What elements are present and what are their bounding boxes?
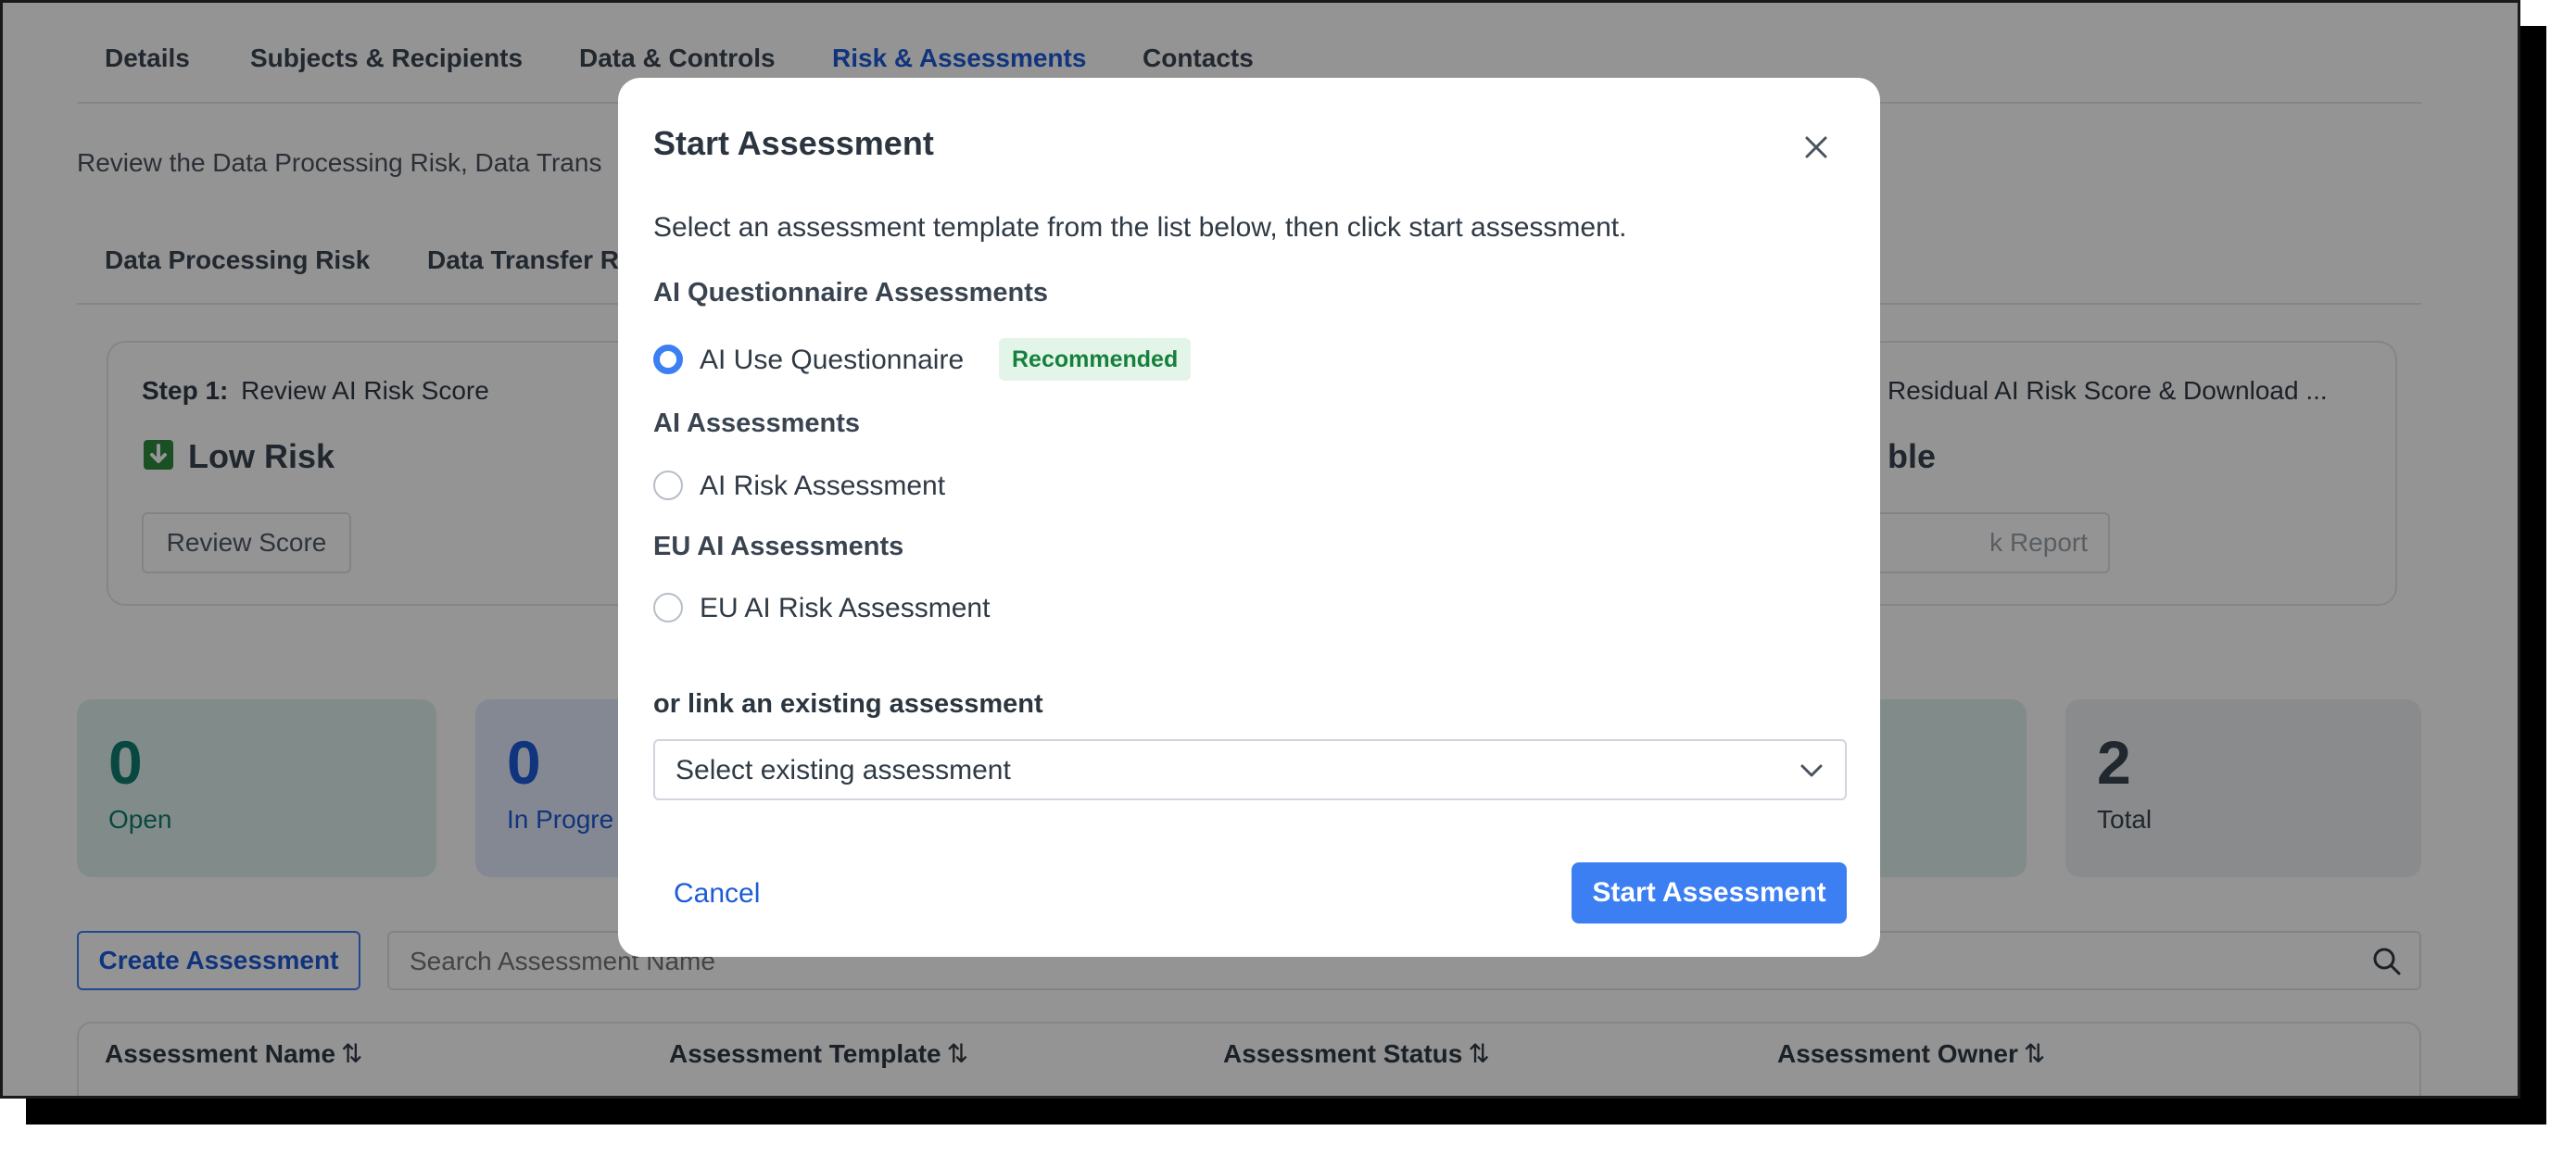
select-value: Select existing assessment bbox=[676, 755, 1011, 785]
option-eu-ai-risk-assessment[interactable]: EU AI Risk Assessment bbox=[700, 593, 990, 624]
start-assessment-button[interactable]: Start Assessment bbox=[1572, 862, 1847, 924]
group-label-ai-questionnaire: AI Questionnaire Assessments bbox=[653, 278, 1049, 308]
window-frame: Details Subjects & Recipients Data & Con… bbox=[0, 0, 2520, 1099]
option-ai-use-questionnaire[interactable]: AI Use Questionnaire bbox=[700, 345, 964, 376]
dialog-title: Start Assessment bbox=[653, 124, 934, 162]
start-assessment-dialog: Start Assessment Select an assessment te… bbox=[618, 78, 1880, 957]
group-label-eu-ai-assessments: EU AI Assessments bbox=[653, 532, 904, 561]
close-icon[interactable] bbox=[1800, 132, 1832, 163]
recommended-badge: Recommended bbox=[999, 338, 1192, 381]
cancel-button[interactable]: Cancel bbox=[674, 878, 760, 910]
radio-ai-risk-assessment[interactable] bbox=[653, 471, 683, 500]
radio-ai-use-questionnaire[interactable] bbox=[653, 345, 683, 374]
link-existing-label: or link an existing assessment bbox=[653, 689, 1043, 719]
group-label-ai-assessments: AI Assessments bbox=[653, 408, 860, 438]
chevron-down-icon bbox=[1797, 756, 1826, 785]
option-ai-risk-assessment[interactable]: AI Risk Assessment bbox=[700, 471, 945, 502]
existing-assessment-select[interactable]: Select existing assessment bbox=[653, 739, 1847, 800]
radio-eu-ai-risk-assessment[interactable] bbox=[653, 593, 683, 622]
dialog-instructions: Select an assessment template from the l… bbox=[653, 212, 1627, 243]
